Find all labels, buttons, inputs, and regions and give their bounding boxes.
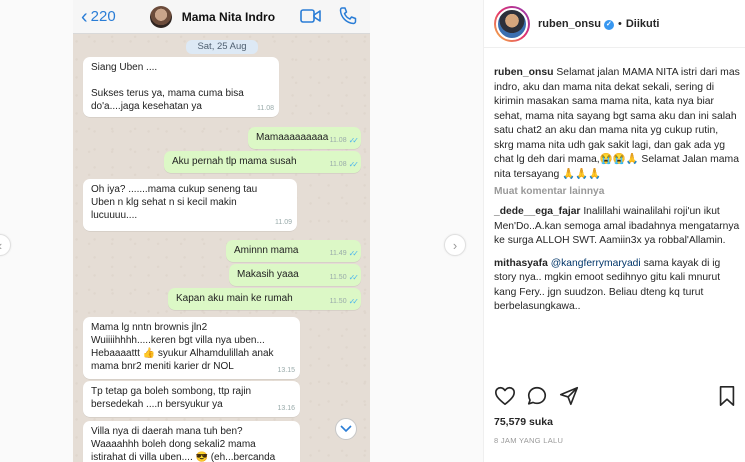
message-bubble[interactable]: Aminnn mama 11.49 ✓✓ [226,240,361,262]
message-bubble[interactable]: Oh iya? .......mama cukup seneng tau Ube… [83,179,297,231]
message-text: Siang Uben .... Sukses terus ya, mama cu… [91,62,244,112]
video-call-icon[interactable] [300,6,322,26]
comment-icon[interactable] [526,385,548,407]
scroll-down-button[interactable] [335,418,357,440]
screenshot-canvas: ‹ ‹ 220 Mama Nita Indro Sat, 25 Aug Sian… [0,0,745,462]
read-receipt-icon: ✓✓ [348,297,360,306]
message-text: Villa nya di daerah mana tuh ben? Waaaah… [91,426,276,462]
message-bubble[interactable]: Aku pernah tlp mama susah 11.08 ✓✓ [164,151,361,173]
message-time: 11.09 [275,219,292,226]
phone-call-icon[interactable] [338,6,358,26]
message-text: Aku pernah tlp mama susah [172,156,297,167]
message-text: Kapan aku main ke rumah [176,293,293,304]
read-receipt-icon: ✓✓ [348,249,360,258]
unread-count: 220 [90,8,116,25]
next-image-arrow-icon[interactable]: › [444,234,466,256]
date-separator: Sat, 25 Aug [186,40,258,54]
follow-status-button[interactable]: Diikuti [626,18,660,30]
like-count[interactable]: 75,579 suka [494,416,553,428]
bookmark-icon[interactable] [716,385,738,407]
profile-avatar[interactable] [494,5,530,42]
message-time: 11.08 [257,105,274,112]
message-text: Mama lg nntn brownis jln2 Wuiiiihhhh....… [91,322,274,372]
message-bubble[interactable]: Mamaaaaaaaaa 11.08 ✓✓ [248,127,361,149]
comment-item: _dede__ega_fajar Inalillahi wainalilahi … [494,205,740,249]
chat-header: ‹ 220 Mama Nita Indro [73,0,370,34]
message-time: 11.08 [329,137,347,144]
post-header: ruben_onsu ✓ • Diikuti [484,0,745,48]
read-receipt-icon: ✓✓ [348,160,360,169]
verified-badge-icon: ✓ [603,19,614,30]
message-bubble[interactable]: Makasih yaaa 11.50 ✓✓ [229,264,361,286]
comments-section: ruben_onsu Selamat jalan MAMA NITA istri… [494,66,740,315]
message-bubble[interactable]: Tp tetap ga boleh sombong, ttp rajin ber… [83,381,300,417]
post-actions [494,385,738,409]
post-caption: ruben_onsu Selamat jalan MAMA NITA istri… [494,66,740,182]
instagram-post-panel: ruben_onsu ✓ • Diikuti ruben_onsu Selamat… [483,0,745,462]
username-text: ruben_onsu [538,17,601,30]
comment-mention-link[interactable]: @kangferrymaryadi [551,258,641,269]
comment-username[interactable]: mithasyafa [494,258,548,269]
message-bubble[interactable]: Villa nya di daerah mana tuh ben? Waaaah… [83,421,300,462]
profile-username[interactable]: ruben_onsu ✓ [538,18,614,30]
contact-name[interactable]: Mama Nita Indro [182,10,275,24]
share-icon[interactable] [558,385,580,407]
back-button[interactable]: ‹ 220 [81,7,116,27]
prev-post-arrow-icon[interactable]: ‹ [0,234,11,256]
caption-username[interactable]: ruben_onsu [494,67,553,78]
message-bubble[interactable]: Mama lg nntn brownis jln2 Wuiiiihhhh....… [83,317,300,379]
post-timestamp: 8 JAM YANG LALU [494,436,564,445]
message-bubble[interactable]: Siang Uben .... Sukses terus ya, mama cu… [83,57,279,117]
load-more-comments-link[interactable]: Muat komentar lainnya [494,186,740,197]
message-bubble[interactable]: Kapan aku main ke rumah 11.50 ✓✓ [168,288,361,310]
comment-item: mithasyafa @kangferrymaryadi sama kayak … [494,257,740,315]
separator-dot: • [617,17,622,30]
contact-avatar[interactable] [149,5,172,28]
caption-text: Selamat jalan MAMA NITA istri dari mas i… [494,67,740,180]
message-time: 11.08 [329,161,347,168]
read-receipt-icon: ✓✓ [348,136,360,145]
whatsapp-screenshot: ‹ 220 Mama Nita Indro Sat, 25 Aug Siang … [73,0,370,462]
message-text: Tp tetap ga boleh sombong, ttp rajin ber… [91,386,252,410]
message-time: 11.49 [329,250,347,257]
read-receipt-icon: ✓✓ [348,273,360,282]
chevron-left-icon: ‹ [81,5,88,28]
message-time: 13.15 [277,367,295,374]
heart-icon[interactable] [494,385,516,407]
chevron-down-icon [340,425,352,433]
comment-username[interactable]: _dede__ega_fajar [494,206,580,217]
message-time: 11.50 [329,298,347,305]
message-time: 13.16 [277,405,295,412]
message-time: 11.50 [329,274,347,281]
message-text: Oh iya? .......mama cukup seneng tau Ube… [91,184,258,221]
